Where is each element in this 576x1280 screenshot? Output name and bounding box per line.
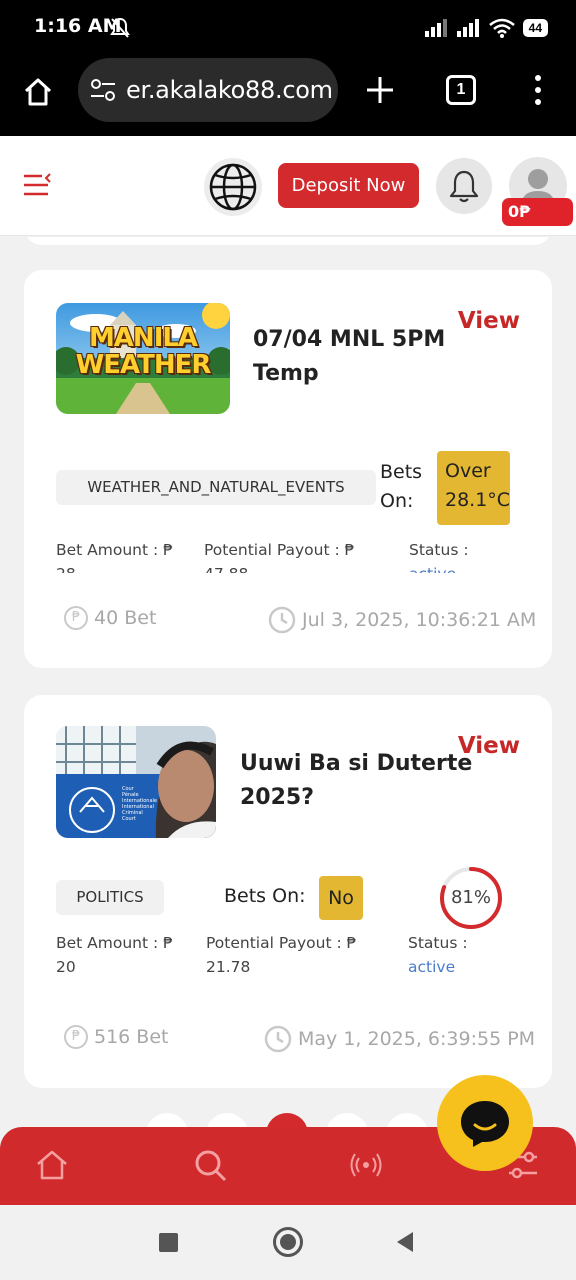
home-icon[interactable]	[34, 1147, 70, 1183]
home-button-dot	[280, 1234, 296, 1250]
sign-line: Court	[122, 816, 136, 822]
status-indicators: 44	[424, 18, 548, 38]
view-link[interactable]: View	[458, 308, 520, 334]
bet-timestamp: May 1, 2025, 6:39:55 PM	[264, 1025, 535, 1053]
timestamp-text: May 1, 2025, 6:39:55 PM	[298, 1028, 536, 1050]
bet-title-line: Temp	[253, 361, 319, 386]
deposit-now-button[interactable]: Deposit Now	[278, 163, 419, 208]
wifi-icon	[488, 18, 515, 38]
category-tag: WEATHER_AND_NATURAL_EVENTS	[56, 470, 376, 505]
bet-card[interactable]: MANILA WEATHER 07/04 MNL 5PM Temp View W…	[24, 270, 552, 668]
bet-amount-value: 28	[56, 562, 173, 573]
live-icon[interactable]	[348, 1147, 384, 1183]
home-button[interactable]	[273, 1227, 303, 1257]
status-time: 1:16 AM	[34, 15, 122, 37]
bets-on-label-line: Bets	[380, 461, 423, 483]
bets-on-value: No	[319, 876, 363, 920]
progress-percent: 81%	[450, 887, 491, 908]
app-header: Deposit Now 0₱	[0, 136, 576, 236]
bet-title-line: 07/04 MNL 5PM	[253, 327, 446, 352]
bet-amount: Bet Amount : ₱ 28	[56, 538, 173, 573]
category-tag: POLITICS	[56, 880, 164, 915]
status-bar: 1:16 AM 44	[0, 0, 576, 56]
bet-amount-label: Bet Amount : ₱	[56, 934, 174, 952]
bet-count-text: 40 Bet	[94, 607, 157, 629]
bet-thumbnail: Cour Pénale Internationale International…	[56, 726, 216, 838]
status-label: Status :	[408, 934, 468, 952]
bet-timestamp: Jul 3, 2025, 10:36:21 AM	[268, 606, 536, 634]
icc-sign: Cour Pénale Internationale International…	[122, 786, 157, 822]
bet-count-text: 516 Bet	[94, 1026, 169, 1048]
peso-icon: ₱	[64, 1025, 88, 1049]
recents-button[interactable]	[159, 1233, 178, 1252]
chat-button[interactable]	[437, 1075, 533, 1171]
potential-payout: Potential Payout : ₱ 47.88	[204, 538, 354, 573]
thumb-text-weather: WEATHER	[75, 350, 212, 380]
bets-on-label: Bets On:	[224, 885, 306, 907]
bets-on-label-line: On:	[380, 490, 414, 512]
balance-badge[interactable]: 0₱	[502, 198, 573, 226]
clock-icon	[264, 1025, 292, 1053]
browser-menu-icon[interactable]	[530, 74, 546, 106]
new-tab-icon[interactable]	[364, 74, 396, 106]
bets-on-value-line: 28.1°C	[445, 489, 511, 511]
payout-value: 47.88	[204, 562, 354, 573]
android-nav-bar	[0, 1205, 576, 1280]
partial-bet-card	[24, 237, 552, 245]
signal-icon-2	[456, 19, 479, 37]
url-bar[interactable]: er.akalako88.com	[78, 58, 338, 122]
bet-stats: Bet Amount : ₱ 20 Potential Payout : ₱ 2…	[24, 931, 552, 983]
bet-status: Status : active	[409, 538, 469, 573]
chat-icon	[461, 1101, 509, 1147]
signal-icon	[424, 19, 447, 37]
bell-icon	[449, 170, 479, 203]
url-text[interactable]: er.akalako88.com	[126, 76, 336, 104]
bet-amount-value: 20	[56, 958, 76, 976]
status-value: active	[408, 958, 456, 976]
bets-on-value-line: Over	[445, 460, 491, 482]
notifications-button[interactable]	[436, 158, 492, 214]
browser-home-icon[interactable]	[22, 76, 54, 108]
bet-title[interactable]: 07/04 MNL 5PM Temp	[253, 323, 445, 391]
clock-icon	[268, 606, 296, 634]
timestamp-text: Jul 3, 2025, 10:36:21 AM	[302, 609, 537, 631]
bets-on-label: Bets On:	[380, 458, 422, 516]
language-button[interactable]	[204, 158, 262, 216]
payout-value: 21.78	[206, 958, 251, 976]
bet-amount-label: Bet Amount : ₱	[56, 541, 174, 559]
status-label: Status :	[409, 541, 469, 559]
globe-icon	[209, 163, 257, 211]
bet-amount: Bet Amount : ₱ 20	[56, 931, 173, 979]
bet-stats: Bet Amount : ₱ 28 Potential Payout : ₱ 4…	[24, 538, 552, 573]
bets-on-value: Over 28.1°C	[437, 451, 510, 525]
progress-ring: 81%	[438, 865, 504, 931]
bet-title-line: 2025?	[240, 785, 314, 810]
back-button[interactable]	[395, 1231, 415, 1253]
thumb-text-manila: MANILA	[88, 323, 198, 353]
peso-icon: ₱	[64, 606, 88, 630]
view-link[interactable]: View	[458, 733, 520, 759]
bet-title[interactable]: Uuwi Ba si Duterte 2025?	[240, 747, 472, 815]
potential-payout: Potential Payout : ₱ 21.78	[206, 931, 356, 979]
browser-toolbar: er.akalako88.com 1	[0, 56, 576, 136]
search-icon[interactable]	[192, 1147, 228, 1183]
status-value: active	[409, 562, 469, 573]
bet-status: Status : active	[408, 931, 468, 979]
tab-switcher-button[interactable]: 1	[446, 75, 476, 105]
battery-indicator: 44	[522, 19, 548, 37]
bet-count: ₱ 516 Bet	[64, 1025, 168, 1049]
mute-icon	[110, 17, 130, 38]
bet-card[interactable]: Cour Pénale Internationale International…	[24, 695, 552, 1088]
payout-label: Potential Payout : ₱	[204, 541, 355, 559]
bet-thumbnail: MANILA WEATHER	[56, 303, 230, 414]
bet-title-line: Uuwi Ba si Duterte	[240, 751, 473, 776]
site-settings-icon[interactable]	[90, 78, 116, 102]
bets-list: MANILA WEATHER 07/04 MNL 5PM Temp View W…	[0, 237, 576, 1129]
menu-icon[interactable]	[22, 172, 52, 198]
bet-count: ₱ 40 Bet	[64, 606, 156, 630]
payout-label: Potential Payout : ₱	[206, 934, 357, 952]
